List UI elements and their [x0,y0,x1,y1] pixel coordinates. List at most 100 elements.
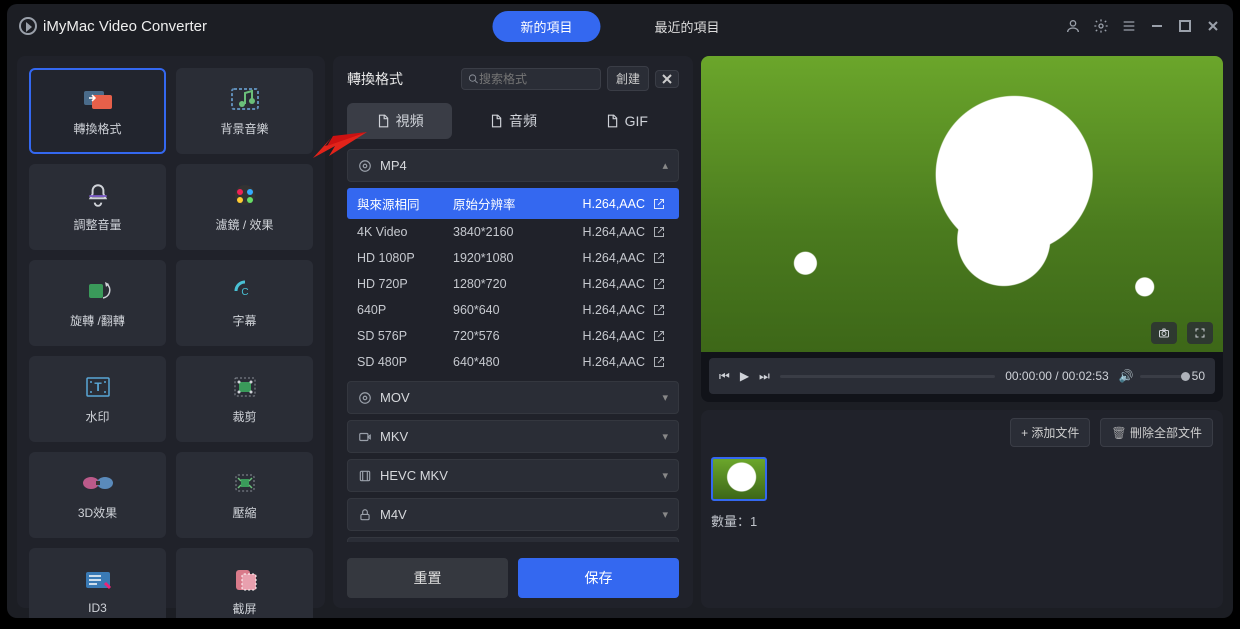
next-button[interactable]: ⏭ [759,369,770,384]
glasses-icon [81,470,115,496]
settings-icon[interactable] [1093,18,1109,34]
preset-edit-icon[interactable] [653,226,669,238]
tool-convert-format[interactable]: 轉換格式 [29,68,166,154]
tool-watermark[interactable]: T 水印 [29,356,166,442]
preset-row[interactable]: SD 480P640*480H.264,AAC [347,349,679,375]
format-search[interactable] [461,68,601,90]
preset-resolution: 640*480 [453,355,569,369]
format-close-button[interactable] [655,70,679,88]
compress-icon [228,470,262,496]
tool-screenshot[interactable]: 截屏 [176,548,313,618]
tab-recent-projects[interactable]: 最近的項目 [627,11,748,42]
tool-label: 壓縮 [232,504,256,521]
format-group-mp4[interactable]: MP4 ▴ [347,149,679,182]
tool-id3[interactable]: ID3 [29,548,166,618]
window-minimize-button[interactable] [1149,18,1165,34]
snapshot-button[interactable] [1151,322,1177,344]
chevron-down-icon: ▾ [662,469,668,482]
tool-label: 調整音量 [73,216,121,233]
preset-name: 4K Video [357,225,453,239]
volume-control[interactable]: 🔊 50 [1119,369,1205,383]
prev-button[interactable]: ⏮ [719,369,730,384]
format-group-mov[interactable]: MOV ▾ [347,381,679,414]
preset-row[interactable]: 640P960*640H.264,AAC [347,297,679,323]
format-search-input[interactable] [479,72,594,86]
tool-subtitle[interactable]: C 字幕 [176,260,313,346]
tool-label: 字幕 [232,312,256,329]
preset-edit-icon[interactable] [653,304,669,316]
preset-row[interactable]: 4K Video3840*2160H.264,AAC [347,219,679,245]
id3-icon [81,567,115,593]
preset-edit-icon[interactable] [653,330,669,342]
preset-edit-icon[interactable] [653,278,669,290]
preset-name: SD 576P [357,329,453,343]
preset-codec: H.264,AAC [569,303,653,317]
camera-icon [1157,327,1171,339]
preset-edit-icon[interactable] [653,198,669,210]
account-icon[interactable] [1065,18,1081,34]
tool-filters-effects[interactable]: 濾鏡 / 效果 [176,164,313,250]
add-file-button[interactable]: + 添加文件 [1010,418,1090,447]
watermark-icon: T [81,374,115,400]
seek-track[interactable] [780,375,995,378]
preset-row[interactable]: HD 1080P1920*1080H.264,AAC [347,245,679,271]
time-display: 00:00:00 / 00:02:53 [1005,369,1108,383]
preset-codec: H.264,AAC [569,225,653,239]
file-thumbnail[interactable] [711,457,767,501]
format-create-button[interactable]: 創建 [607,66,649,91]
screenshot-icon [228,566,262,592]
preset-codec: H.264,AAC [569,355,653,369]
format-group-mkv[interactable]: MKV ▾ [347,420,679,453]
tool-label: 濾鏡 / 效果 [215,216,273,233]
play-button[interactable]: ▶ [740,369,749,383]
tools-panel: 轉換格式背景音樂調整音量濾鏡 / 效果旋轉 /翻轉C字幕T水印裁剪3D效果壓縮I… [17,56,325,608]
tool-compress[interactable]: 壓縮 [176,452,313,538]
tool-label: 裁剪 [232,408,256,425]
app-logo-icon [19,17,37,35]
tool-label: 轉換格式 [73,120,121,137]
preset-name: HD 1080P [357,251,453,265]
preset-row[interactable]: 與來源相同原始分辨率H.264,AAC [347,188,679,219]
player-controls: ⏮ ▶ ⏭ 00:00:00 / 00:02:53 🔊 50 [709,358,1215,394]
preset-edit-icon[interactable] [653,252,669,264]
window-close-button[interactable] [1205,18,1221,34]
window-maximize-button[interactable] [1177,18,1193,34]
tool-rotate-flip[interactable]: 旋轉 /翻轉 [29,260,166,346]
convert-icon [81,86,115,112]
preset-resolution: 1280*720 [453,277,569,291]
bell-icon [81,182,115,208]
preset-codec: H.264,AAC [569,197,653,211]
tool-3d-effect[interactable]: 3D效果 [29,452,166,538]
chevron-down-icon: ▾ [662,508,668,521]
reset-button[interactable]: 重置 [347,558,508,598]
tool-crop[interactable]: 裁剪 [176,356,313,442]
preview-panel: ⏮ ▶ ⏭ 00:00:00 / 00:02:53 🔊 50 [701,56,1223,402]
format-group-m4v[interactable]: M4V ▾ [347,498,679,531]
tool-bg-music[interactable]: 背景音樂 [176,68,313,154]
type-tab-audio[interactable]: 音頻 [460,103,565,139]
preset-resolution: 原始分辨率 [453,194,569,213]
crop-icon [228,374,262,400]
tool-label: 水印 [85,408,109,425]
preset-edit-icon[interactable] [653,356,669,368]
svg-text:C: C [241,287,248,298]
preset-name: HD 720P [357,277,453,291]
remove-all-files-button[interactable]: 🗑 刪除全部文件 [1100,418,1213,447]
preset-resolution: 720*576 [453,329,569,343]
preset-resolution: 960*640 [453,303,569,317]
video-icon [358,430,372,444]
type-tab-gif[interactable]: GIF [574,103,679,139]
volume-slider[interactable] [1140,375,1186,378]
fullscreen-button[interactable] [1187,322,1213,344]
volume-value: 50 [1192,369,1205,383]
tool-label: ID3 [88,601,107,615]
tool-adjust-volume[interactable]: 調整音量 [29,164,166,250]
tool-label: 截屏 [232,600,256,617]
preset-row[interactable]: SD 576P720*576H.264,AAC [347,323,679,349]
save-button[interactable]: 保存 [518,558,679,598]
format-group-hevc-mkv[interactable]: HEVC MKV ▾ [347,459,679,492]
menu-icon[interactable] [1121,18,1137,34]
tab-new-project[interactable]: 新的項目 [492,11,600,42]
format-group-avi[interactable]: AVI ▾ [347,537,679,542]
preset-row[interactable]: HD 720P1280*720H.264,AAC [347,271,679,297]
